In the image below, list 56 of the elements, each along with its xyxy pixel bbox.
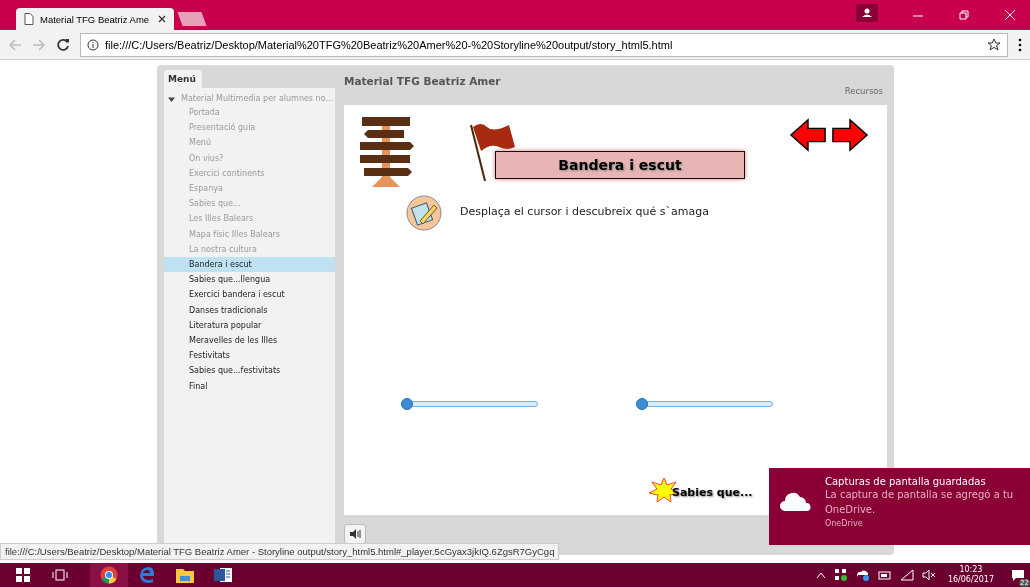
status-url: file:///C:/Users/Beatriz/Desktop/Material TFG Beatriz Amer - Storyline output/story_html5.html#_player.5cGyax3jkIQ.6ZgsR7GyCgq (0, 543, 560, 560)
network-sync-icon[interactable] (833, 568, 848, 582)
page-icon (24, 13, 34, 25)
restore-icon[interactable] (958, 9, 970, 21)
reload-icon[interactable] (56, 37, 70, 52)
muted-speaker-icon[interactable] (921, 569, 936, 581)
reveal-slider[interactable] (636, 398, 773, 410)
info-icon (87, 38, 99, 51)
menu-item[interactable]: Sabies que...festivitats (164, 363, 335, 379)
next-arrow-button[interactable] (831, 116, 869, 154)
callout-text[interactable]: Sabies que... (672, 486, 753, 499)
menu-item[interactable]: Bandera i escut (164, 257, 335, 273)
new-tab-button[interactable] (177, 12, 207, 26)
notification-toast[interactable]: Capturas de pantalla guardadas La captura de pantalla se agregó a tu OneDrive. OneDrive (769, 468, 1030, 545)
notepad-pencil-icon (406, 195, 442, 231)
previous-arrow-button[interactable] (789, 116, 827, 154)
address-field[interactable]: file:///C:/Users/Beatriz/Desktop/Material%20TFG%20Beatriz%20Amer%20-%20Storyline%20output/story_html5.html (80, 32, 1008, 57)
message-icon (1011, 569, 1025, 581)
start-icon[interactable] (16, 568, 30, 582)
reveal-slider[interactable] (401, 398, 538, 410)
menu-item[interactable]: Final (164, 378, 335, 394)
clock-time: 10:23 (959, 565, 983, 575)
slide-heading: Bandera i escut (495, 151, 745, 179)
browser-taskbar-icon[interactable] (90, 563, 128, 587)
cloud-icon (779, 490, 813, 512)
wifi-icon[interactable] (899, 569, 914, 581)
clock-date: 16/06/2017 (947, 575, 994, 585)
toast-message: La captura de pantalla se agregó a tu OneDrive. (825, 488, 1015, 517)
task-view-icon[interactable] (52, 569, 68, 581)
caret-icon (168, 96, 175, 103)
taskbar-clock[interactable]: 10:23 16/06/2017 (947, 565, 994, 585)
menu-item[interactable]: Literatura popular (164, 317, 335, 334)
menu-item[interactable]: Danses tradicionals (164, 302, 335, 318)
browser-tab[interactable]: Material TFG Beatriz Ame (16, 8, 174, 30)
menu-icon[interactable] (1018, 37, 1022, 52)
close-icon[interactable] (1004, 9, 1016, 21)
menu-item[interactable]: Festivitats (164, 348, 335, 364)
resources-link[interactable]: Recursos (844, 86, 883, 96)
speaker-icon (349, 528, 361, 540)
toast-source: OneDrive (825, 519, 864, 528)
slider-thumb[interactable] (636, 398, 648, 410)
menu-item[interactable]: Meravelles de les Illes (164, 333, 335, 349)
slider-thumb[interactable] (401, 398, 413, 410)
menu-tab[interactable]: Menú (164, 70, 202, 88)
instruction-text: Desplaça el cursor i descubreix qué s`amaga (460, 205, 709, 218)
toast-title: Capturas de pantalla guardadas (825, 476, 987, 487)
course-title: Material TFG Beatriz Amer (344, 75, 501, 87)
menu-item[interactable]: Sabies que...llengua (164, 272, 335, 288)
bookmark-star-icon[interactable] (987, 37, 1001, 52)
user-icon[interactable] (856, 4, 878, 22)
battery-icon[interactable] (877, 570, 892, 580)
chevron-up-icon[interactable] (815, 571, 826, 579)
menu-item[interactable]: Exercici bandera i escut (164, 287, 335, 303)
volume-button[interactable] (344, 524, 366, 544)
cloud-sync-icon[interactable] (855, 568, 870, 582)
close-tab-icon[interactable] (158, 15, 166, 23)
